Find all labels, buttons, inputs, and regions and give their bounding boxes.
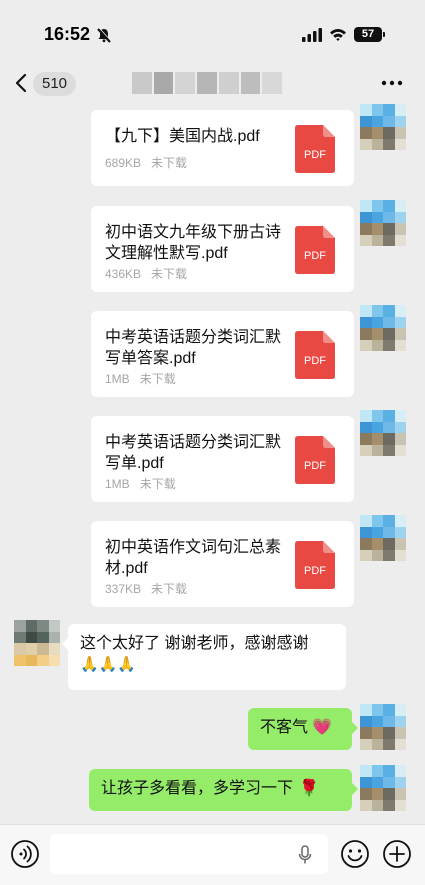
outgoing-message-bubble[interactable]: 让孩子多看看，多学习一下 🌹: [89, 769, 358, 811]
more-icon[interactable]: [380, 79, 404, 87]
file-message-card[interactable]: 初中英语作文词句汇总素材.pdf 337KB 未下载 PDF: [91, 521, 354, 607]
bubble-tail: [62, 638, 68, 650]
battery-tip: [383, 32, 385, 37]
file-name: 【九下】美国内战.pdf: [105, 128, 260, 145]
status-bar: 16:52 57: [0, 0, 425, 60]
pdf-icon-label: PDF: [304, 565, 326, 577]
bubble-tail: [352, 722, 358, 734]
file-message-card[interactable]: 【九下】美国内战.pdf 689KB 未下载 PDF: [91, 110, 354, 186]
file-message-card[interactable]: 初中语文九年级下册古诗文理解性默写.pdf 436KB 未下载 PDF: [91, 206, 354, 292]
file-meta: 1MB 未下载: [105, 475, 176, 492]
file-download-state: 未下载: [151, 267, 188, 281]
file-meta: 689KB 未下载: [105, 154, 187, 171]
contact-avatar[interactable]: [14, 620, 60, 666]
file-message-card[interactable]: 中考英语话题分类词汇默写单答案.pdf 1MB 未下载 PDF: [91, 311, 354, 397]
chat-nav-bar: 510: [0, 60, 425, 106]
message-text: 不客气: [260, 719, 309, 736]
file-size: 1MB: [105, 477, 130, 491]
file-name: 初中英语作文词句汇总素材.pdf: [105, 539, 282, 577]
bell-muted-icon: [97, 27, 112, 43]
pdf-icon-label: PDF: [304, 460, 326, 472]
file-size: 337KB: [105, 582, 142, 596]
pdf-icon-label: PDF: [304, 250, 326, 262]
file-meta: 1MB 未下载: [105, 370, 176, 387]
pdf-file-icon: PDF: [295, 436, 335, 484]
file-meta: 436KB 未下载: [105, 265, 187, 282]
message-input[interactable]: [50, 834, 328, 874]
incoming-message-bubble[interactable]: 这个太好了 谢谢老师，感谢感谢 🙏🙏🙏: [62, 624, 346, 690]
my-avatar[interactable]: [360, 704, 406, 750]
chat-input-bar: [0, 824, 425, 885]
wifi-icon: [330, 29, 346, 41]
file-size: 1MB: [105, 372, 130, 386]
my-avatar[interactable]: [360, 104, 406, 150]
pdf-file-icon: PDF: [295, 226, 335, 274]
voice-icon[interactable]: [10, 839, 40, 869]
my-avatar[interactable]: [360, 765, 406, 811]
pdf-file-icon: PDF: [295, 541, 335, 589]
unread-count-badge[interactable]: 510: [33, 72, 77, 96]
battery-level: 57: [354, 27, 382, 42]
file-name: 初中语文九年级下册古诗文理解性默写.pdf: [105, 224, 282, 262]
pdf-icon-label: PDF: [304, 355, 326, 367]
signal-icon: [302, 28, 322, 42]
bubble-tail: [352, 783, 358, 795]
message-text: 这个太好了 谢谢老师，感谢感谢: [80, 635, 309, 652]
my-avatar[interactable]: [360, 200, 406, 246]
message-text: 让孩子多看看，多学习一下: [101, 780, 294, 797]
my-avatar[interactable]: [360, 410, 406, 456]
message-emoji: 🌹: [299, 780, 319, 797]
status-time: 16:52: [44, 24, 91, 44]
outgoing-message-bubble[interactable]: 不客气 💗: [248, 708, 358, 750]
message-emoji: 🙏🙏🙏: [80, 656, 137, 673]
file-name: 中考英语话题分类词汇默写单.pdf: [105, 434, 282, 472]
file-message-card[interactable]: 中考英语话题分类词汇默写单.pdf 1MB 未下载 PDF: [91, 416, 354, 502]
file-meta: 337KB 未下载: [105, 580, 187, 597]
plus-icon[interactable]: [382, 839, 412, 869]
emoji-icon[interactable]: [340, 839, 370, 869]
my-avatar[interactable]: [360, 515, 406, 561]
chat-title-blurred: [132, 72, 283, 94]
file-name: 中考英语话题分类词汇默写单答案.pdf: [105, 329, 282, 367]
file-size: 689KB: [105, 156, 142, 170]
message-emoji: 💗: [312, 719, 332, 736]
pdf-icon-label: PDF: [304, 149, 326, 161]
my-avatar[interactable]: [360, 305, 406, 351]
file-download-state: 未下载: [151, 582, 188, 596]
file-download-state: 未下载: [151, 156, 188, 170]
pdf-file-icon: PDF: [295, 331, 335, 379]
file-size: 436KB: [105, 267, 142, 281]
back-icon[interactable]: [14, 73, 28, 93]
file-download-state: 未下载: [139, 372, 176, 386]
pdf-file-icon: PDF: [295, 125, 335, 173]
mic-icon[interactable]: [298, 845, 312, 865]
file-download-state: 未下载: [139, 477, 176, 491]
